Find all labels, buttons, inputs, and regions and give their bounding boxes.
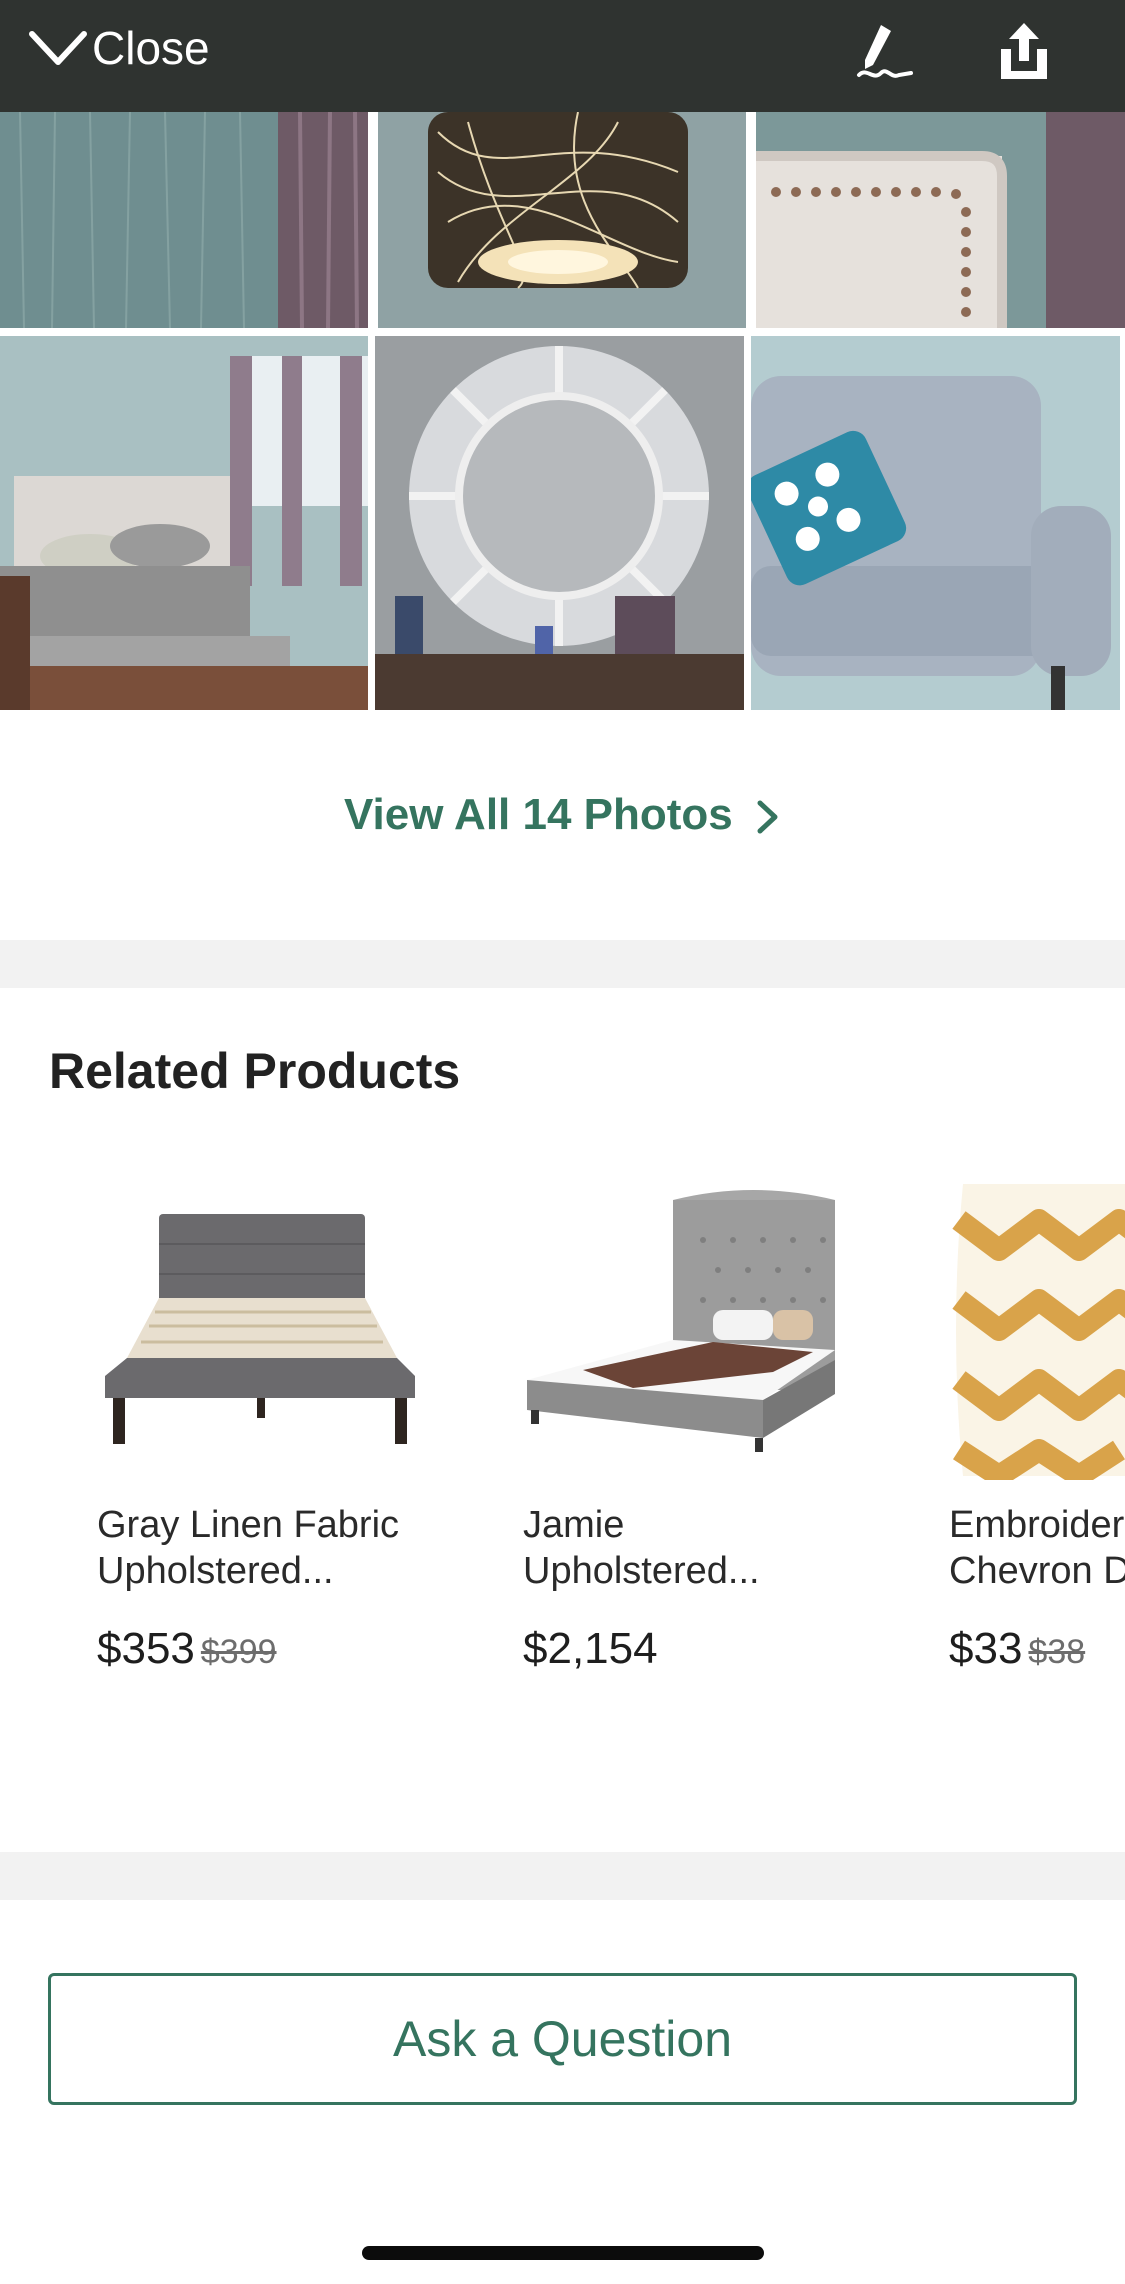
- product-card[interactable]: Embroider Chevron D $33 $38: [949, 1180, 1125, 1700]
- photo-wallpaper-curtain[interactable]: [0, 112, 368, 328]
- share-icon: [1001, 23, 1047, 79]
- pen-signature-icon: [857, 25, 913, 78]
- photo-armchair[interactable]: [751, 336, 1120, 710]
- product-image-chevron-pillow: [952, 1184, 1125, 1480]
- view-all-photos-link[interactable]: View All 14 Photos: [0, 790, 1125, 840]
- annotate-button[interactable]: [846, 14, 922, 90]
- chevron-right-icon: [757, 800, 778, 834]
- share-button[interactable]: [986, 14, 1062, 90]
- ask-question-button[interactable]: Ask a Question: [48, 1973, 1077, 2105]
- top-bar: Close: [0, 0, 1125, 112]
- product-card[interactable]: Jamie Upholstered... $2,154: [523, 1180, 903, 1700]
- product-price: $33 $38: [949, 1624, 1086, 1673]
- related-products-title: Related Products: [49, 1043, 461, 1099]
- chevron-down-icon: [29, 31, 87, 65]
- product-image-tufted-bed: [527, 1190, 835, 1452]
- product-name: Embroider Chevron D: [949, 1504, 1125, 1592]
- product-name: Gray Linen Fabric Upholstered...: [97, 1504, 400, 1592]
- product-image-platform-bed: [105, 1214, 415, 1444]
- product-price: $2,154: [523, 1624, 658, 1673]
- view-all-label: View All 14 Photos: [343, 790, 733, 839]
- close-button[interactable]: Close: [28, 20, 210, 76]
- section-divider: [0, 940, 1125, 988]
- product-card[interactable]: Gray Linen Fabric Upholstered... $353 $39…: [97, 1180, 477, 1700]
- photo-chandelier[interactable]: [378, 112, 746, 328]
- product-price: $353 $399: [97, 1624, 277, 1673]
- section-divider: [0, 1852, 1125, 1900]
- original-price: $38: [1028, 1633, 1086, 1671]
- home-indicator[interactable]: [362, 2246, 764, 2260]
- photo-sunburst-mirror[interactable]: [375, 336, 744, 710]
- photo-bedroom[interactable]: [0, 336, 368, 710]
- photo-headboard-detail[interactable]: [756, 112, 1125, 328]
- product-name: Jamie Upholstered...: [523, 1504, 760, 1592]
- close-label: Close: [92, 22, 210, 74]
- original-price: $399: [200, 1633, 277, 1671]
